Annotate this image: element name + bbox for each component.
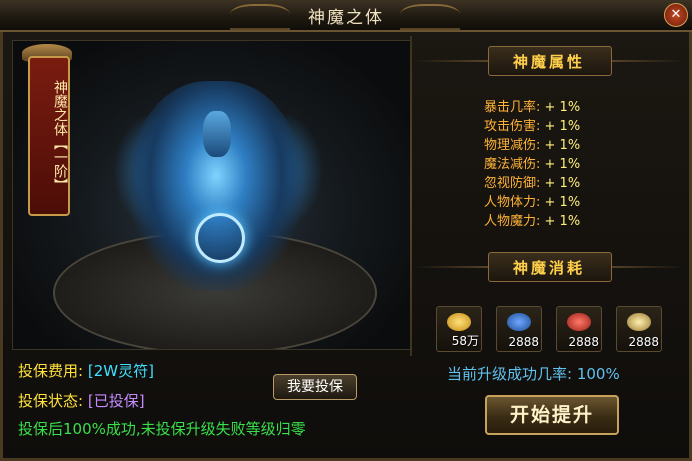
- attribute-value: + 1%: [544, 195, 581, 210]
- insurance-fee-value: [2W灵符]: [87, 362, 154, 380]
- title-bar: 神魔之体 ✕: [0, 0, 692, 32]
- attribute-name: 人物体力:: [484, 195, 541, 210]
- attribute-row: 魔法减伤: + 1%: [484, 155, 684, 174]
- attributes-header: 神魔属性: [414, 44, 684, 78]
- demon-head: [203, 111, 231, 157]
- close-button[interactable]: ✕: [664, 3, 688, 27]
- insurance-info: 投保费用: [2W灵符] 投保状态: [已投保] 投保后100%成功,未投保升级…: [18, 358, 408, 448]
- panel-divider: [410, 36, 412, 356]
- insurance-status-row: 投保状态: [已投保]: [18, 390, 145, 411]
- insurance-fee-row: 投保费用: [2W灵符]: [18, 360, 154, 381]
- attributes-panel: 神魔属性 暴击几率: + 1% 攻击伤害: + 1% 物理减伤: + 1% 魔法…: [414, 40, 684, 352]
- cost-item-red[interactable]: 2888: [556, 306, 602, 352]
- energy-orb: [195, 213, 245, 263]
- character-art-panel: [12, 40, 412, 350]
- cost-item-list: 58万 2888 2888 2888: [436, 306, 686, 358]
- cost-header: 神魔消耗: [414, 250, 684, 284]
- attribute-name: 暴击几率:: [484, 100, 541, 115]
- attribute-value: + 1%: [544, 119, 581, 134]
- attribute-value: + 1%: [544, 138, 581, 153]
- window-title: 神魔之体: [308, 8, 384, 28]
- cost-item-qty: 2888: [508, 335, 539, 349]
- attribute-value: + 1%: [544, 176, 581, 191]
- attribute-row: 暴击几率: + 1%: [484, 98, 684, 117]
- success-rate-text: 当前升级成功几率: 100%: [447, 365, 620, 383]
- cost-item-qty: 2888: [628, 335, 659, 349]
- insurance-status-label: 投保状态:: [18, 392, 84, 410]
- gold-crest-icon: [627, 313, 651, 331]
- insure-button[interactable]: 我要投保: [273, 374, 357, 400]
- attributes-header-label: 神魔属性: [512, 53, 585, 71]
- attribute-name: 魔法减伤:: [484, 157, 541, 172]
- red-orb-icon: [567, 313, 591, 331]
- insurance-status-value: [已投保]: [87, 392, 145, 410]
- attribute-name: 人物魔力:: [484, 214, 541, 229]
- attribute-row: 忽视防御: + 1%: [484, 174, 684, 193]
- gold-ingot-icon: [447, 313, 471, 331]
- cost-item-crest[interactable]: 2888: [616, 306, 662, 352]
- attribute-list: 暴击几率: + 1% 攻击伤害: + 1% 物理减伤: + 1% 魔法减伤: +…: [484, 98, 684, 231]
- blue-orb-icon: [507, 313, 531, 331]
- attribute-row: 人物体力: + 1%: [484, 193, 684, 212]
- insurance-fee-label: 投保费用:: [18, 362, 84, 380]
- stage-banner: 神魔之体【一阶】: [28, 56, 70, 216]
- attribute-row: 物理减伤: + 1%: [484, 136, 684, 155]
- attribute-value: + 1%: [544, 157, 581, 172]
- attribute-value: + 1%: [544, 100, 581, 115]
- attribute-name: 忽视防御:: [484, 176, 541, 191]
- attribute-name: 攻击伤害:: [484, 119, 541, 134]
- attribute-row: 攻击伤害: + 1%: [484, 117, 684, 136]
- cost-header-label: 神魔消耗: [512, 259, 585, 277]
- attribute-row: 人物魔力: + 1%: [484, 212, 684, 231]
- attribute-name: 物理减伤:: [484, 138, 541, 153]
- attribute-value: + 1%: [544, 214, 581, 229]
- cost-item-qty: 58万: [451, 334, 479, 348]
- start-upgrade-button[interactable]: 开始提升: [485, 395, 619, 435]
- cost-item-gold[interactable]: 58万: [436, 306, 482, 352]
- cost-item-blue[interactable]: 2888: [496, 306, 542, 352]
- close-icon: ✕: [670, 7, 682, 22]
- insurance-note: 投保后100%成功,未投保升级失败等级归零: [18, 420, 306, 438]
- stage-banner-text: 神魔之体【一阶】: [52, 80, 68, 192]
- cost-item-qty: 2888: [568, 335, 599, 349]
